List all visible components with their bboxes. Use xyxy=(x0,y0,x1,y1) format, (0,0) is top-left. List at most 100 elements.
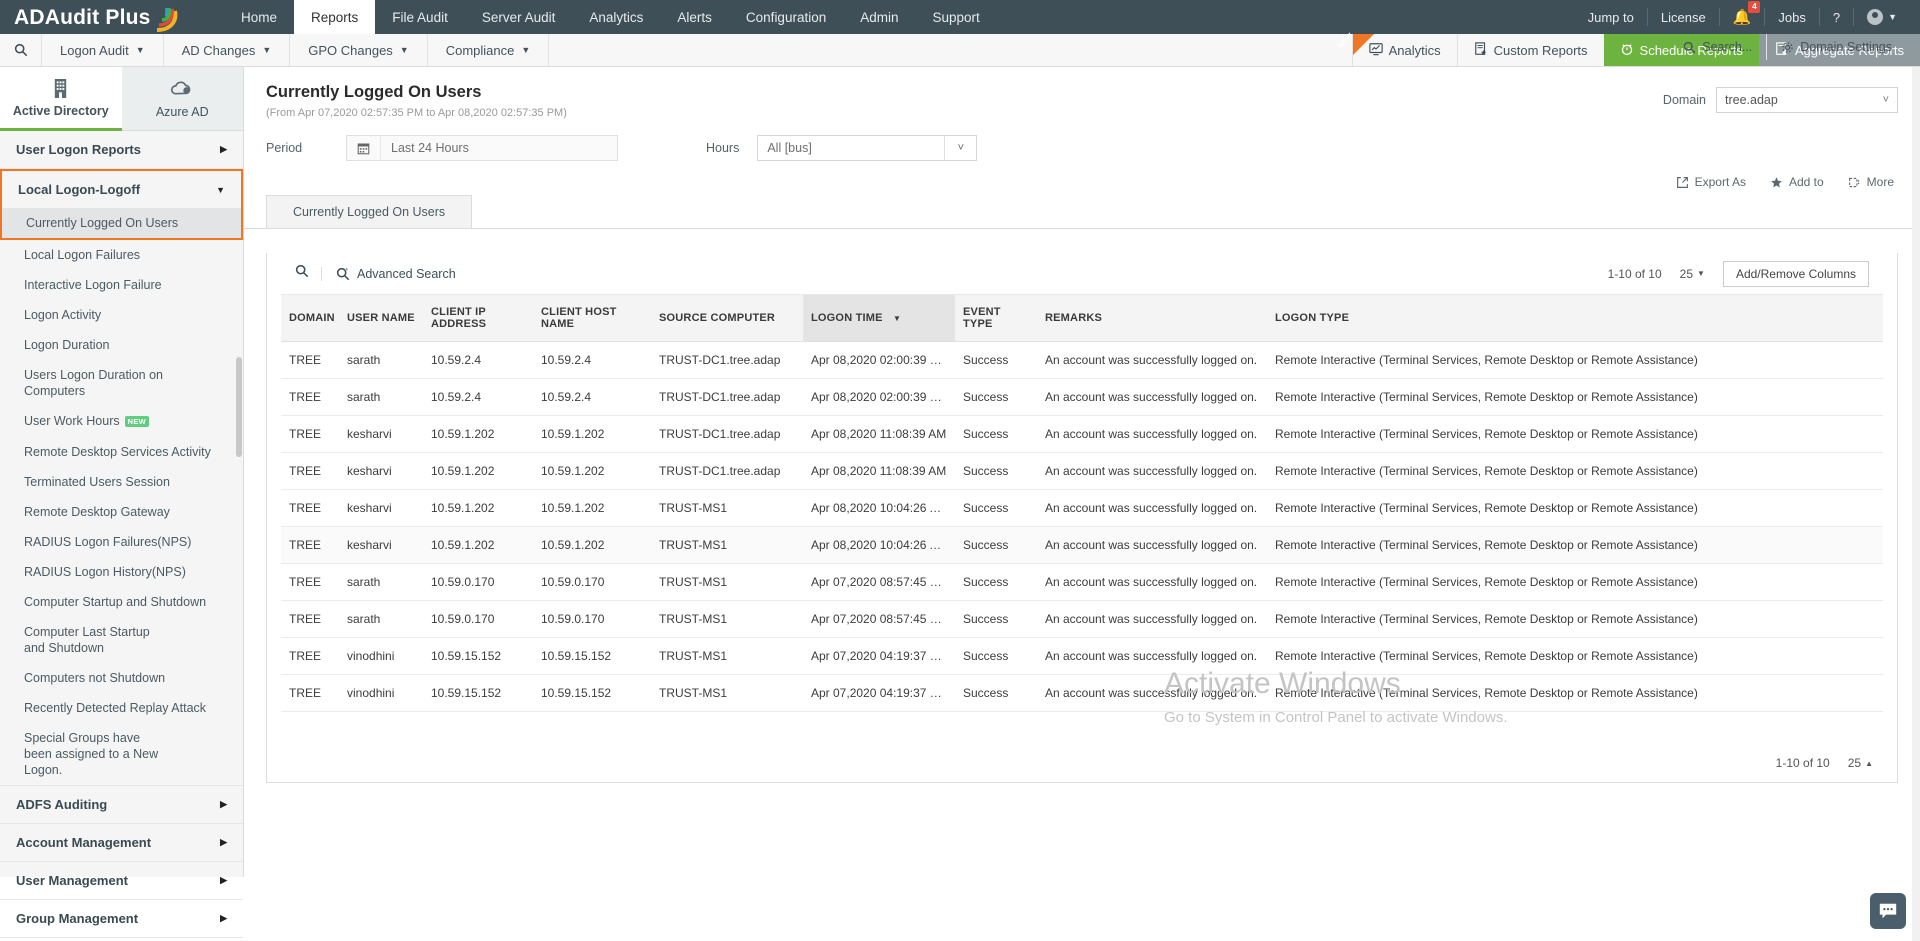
sidebar-item-interactive-logon-failure[interactable]: Interactive Logon Failure xyxy=(0,270,243,300)
sidebar-group-account-management[interactable]: Account Management ▶ xyxy=(0,824,243,862)
column-header-client-host-name[interactable]: CLIENT HOST NAME xyxy=(533,295,651,342)
reports-search-icon[interactable] xyxy=(0,34,42,66)
chevron-down-icon: ▼ xyxy=(1888,12,1897,22)
topnav-item-home[interactable]: Home xyxy=(224,0,294,34)
column-header-logon-time[interactable]: LOGON TIME ▼ xyxy=(803,295,955,342)
chat-support-button[interactable] xyxy=(1870,893,1906,929)
tab-active-directory[interactable]: Active Directory xyxy=(0,67,122,131)
chevron-down-icon: ▼ xyxy=(216,184,225,195)
cell-client-ip: 10.59.1.202 xyxy=(423,526,533,564)
sidebar-group-user-management[interactable]: User Management ▶ xyxy=(0,862,243,900)
domain-settings-button[interactable]: Domain Settings xyxy=(1767,34,1906,60)
cell-logon-time: Apr 08,2020 11:08:39 AM xyxy=(803,452,955,490)
custom-reports-button[interactable]: Custom Reports xyxy=(1456,34,1604,66)
sidebar-item-currently-logged-on-users[interactable]: Currently Logged On Users xyxy=(2,208,241,238)
sidebar-group-user-logon-reports[interactable]: User Logon Reports ▶ xyxy=(0,131,243,169)
sidebar-item-remote-desktop-services-activity[interactable]: Remote Desktop Services Activity xyxy=(0,437,243,467)
grid-search-icon[interactable] xyxy=(295,264,309,283)
user-account-menu[interactable]: ▼ xyxy=(1854,8,1910,26)
table-row[interactable]: TREE sarath 10.59.2.4 10.59.2.4 TRUST-DC… xyxy=(281,341,1883,379)
topnav-item-configuration[interactable]: Configuration xyxy=(729,0,843,34)
jump-to-button[interactable]: Jump to xyxy=(1575,8,1648,26)
topnav-item-alerts[interactable]: Alerts xyxy=(660,0,729,34)
add-to-button[interactable]: Add to xyxy=(1770,175,1824,189)
topnav-item-reports[interactable]: Reports xyxy=(294,0,376,34)
sidebar-item-radius-logon-history-nps[interactable]: RADIUS Logon History(NPS) xyxy=(0,557,243,587)
table-row[interactable]: TREE vinodhini 10.59.15.152 10.59.15.152… xyxy=(281,637,1883,675)
column-header-source-computer[interactable]: SOURCE COMPUTER xyxy=(651,295,803,342)
sidebar-item-logon-activity[interactable]: Logon Activity xyxy=(0,300,243,330)
cell-client-host: 10.59.15.152 xyxy=(533,637,651,675)
cell-remarks: An account was successfully logged on. xyxy=(1037,637,1267,675)
sidebar-item-computers-not-shutdown[interactable]: Computers not Shutdown xyxy=(0,663,243,693)
report-tab-currently-logged-on-users[interactable]: Currently Logged On Users xyxy=(266,195,473,228)
tab-azure-ad-label: Azure AD xyxy=(155,104,209,119)
table-row[interactable]: TREE kesharvi 10.59.1.202 10.59.1.202 TR… xyxy=(281,489,1883,527)
sidebar-item-users-logon-duration-on-computers[interactable]: Users Logon Duration on Computers xyxy=(0,360,243,406)
analytics-button[interactable]: NEW Analytics xyxy=(1335,31,1457,66)
menu-logon-audit[interactable]: Logon Audit ▼ xyxy=(42,34,164,66)
column-header-domain[interactable]: DOMAIN xyxy=(281,295,339,342)
column-header-logon-type[interactable]: LOGON TYPE xyxy=(1267,295,1883,342)
topnav-item-analytics[interactable]: Analytics xyxy=(572,0,660,34)
help-button[interactable]: ? xyxy=(1820,8,1855,26)
tab-azure-ad[interactable]: Azure AD xyxy=(121,67,243,131)
table-row[interactable]: TREE sarath 10.59.0.170 10.59.0.170 TRUS… xyxy=(281,600,1883,638)
sidebar-item-special-groups-new-logon[interactable]: Special Groups have been assigned to a N… xyxy=(0,723,185,785)
sidebar-item-computer-startup-and-shutdown[interactable]: Computer Startup and Shutdown xyxy=(0,587,243,617)
table-row[interactable]: TREE kesharvi 10.59.1.202 10.59.1.202 TR… xyxy=(281,526,1883,564)
topnav-item-server-audit[interactable]: Server Audit xyxy=(465,0,573,34)
page-size-selector-bottom[interactable]: 25 ▲ xyxy=(1848,756,1873,770)
menu-compliance[interactable]: Compliance ▼ xyxy=(428,34,550,66)
table-row[interactable]: TREE kesharvi 10.59.1.202 10.59.1.202 TR… xyxy=(281,415,1883,453)
search-button[interactable]: Search... xyxy=(1669,34,1768,60)
cell-logon-time: Apr 07,2020 04:19:37 PM xyxy=(803,674,955,712)
period-field[interactable]: Last 24 Hours xyxy=(346,135,618,161)
menu-ad-changes-label: AD Changes xyxy=(181,42,256,58)
sidebar-item-user-work-hours[interactable]: User Work Hours NEW xyxy=(0,406,243,437)
sidebar-item-radius-logon-failures-nps[interactable]: RADIUS Logon Failures(NPS) xyxy=(0,527,243,557)
topnav-item-admin[interactable]: Admin xyxy=(843,0,915,34)
export-as-button[interactable]: Export As xyxy=(1676,175,1746,189)
notifications-button[interactable]: 🔔 4 xyxy=(1720,1,1766,26)
more-button[interactable]: More xyxy=(1848,175,1894,189)
menu-ad-changes[interactable]: AD Changes ▼ xyxy=(164,34,291,66)
hours-select[interactable]: All [bus] ˅ xyxy=(757,135,978,161)
sidebar-item-logon-duration[interactable]: Logon Duration xyxy=(0,330,243,360)
menu-gpo-changes[interactable]: GPO Changes ▼ xyxy=(290,34,428,66)
table-row[interactable]: TREE sarath 10.59.2.4 10.59.2.4 TRUST-DC… xyxy=(281,378,1883,416)
column-header-remarks[interactable]: REMARKS xyxy=(1037,295,1267,342)
jobs-button[interactable]: Jobs xyxy=(1765,8,1820,26)
topnav-item-file-audit[interactable]: File Audit xyxy=(375,0,465,34)
cell-client-host: 10.59.0.170 xyxy=(533,563,651,601)
sidebar-item-remote-desktop-gateway[interactable]: Remote Desktop Gateway xyxy=(0,497,243,527)
main-vertical-scrollbar[interactable] xyxy=(1912,67,1920,941)
sidebar-item-terminated-users-session[interactable]: Terminated Users Session xyxy=(0,467,243,497)
license-button[interactable]: License xyxy=(1648,8,1720,26)
sidebar-item-local-logon-failures[interactable]: Local Logon Failures xyxy=(0,240,243,270)
app-logo[interactable]: ADAudit Plus xyxy=(0,4,190,32)
sidebar-group-local-logon-logoff[interactable]: Local Logon-Logoff ▼ xyxy=(0,169,243,208)
add-remove-columns-button[interactable]: Add/Remove Columns xyxy=(1722,260,1869,287)
cell-domain: TREE xyxy=(281,526,339,564)
sidebar-group-group-management[interactable]: Group Management ▶ xyxy=(0,900,243,938)
table-row[interactable]: TREE vinodhini 10.59.15.152 10.59.15.152… xyxy=(281,674,1883,712)
topnav-item-support[interactable]: Support xyxy=(916,0,997,34)
sidebar-group-adfs-auditing[interactable]: ADFS Auditing ▶ xyxy=(0,784,243,824)
sidebar-scrollbar[interactable] xyxy=(236,357,242,457)
table-row[interactable]: TREE sarath 10.59.0.170 10.59.0.170 TRUS… xyxy=(281,563,1883,601)
column-header-user-name[interactable]: USER NAME xyxy=(339,295,423,342)
cell-event-type: Success xyxy=(955,489,1037,527)
sidebar-item-computer-last-startup-and-shutdown[interactable]: Computer Last Startup and Shutdown xyxy=(0,617,175,663)
column-header-event-type[interactable]: EVENT TYPE xyxy=(955,295,1037,342)
chevron-down-icon: ▼ xyxy=(262,45,272,55)
sidebar-item-recently-detected-replay-attack[interactable]: Recently Detected Replay Attack xyxy=(0,693,243,723)
table-row[interactable]: TREE kesharvi 10.59.1.202 10.59.1.202 TR… xyxy=(281,452,1883,490)
domain-select[interactable]: tree.adap ˅ xyxy=(1716,87,1898,113)
cell-event-type: Success xyxy=(955,563,1037,601)
cell-client-host: 10.59.0.170 xyxy=(533,600,651,638)
page-size-selector-top[interactable]: 25 ▼ xyxy=(1680,267,1705,281)
logo-swirl-icon xyxy=(153,4,179,32)
column-header-client-ip-address[interactable]: CLIENT IP ADDRESS xyxy=(423,295,533,342)
advanced-search-button[interactable]: * Advanced Search xyxy=(321,266,456,281)
